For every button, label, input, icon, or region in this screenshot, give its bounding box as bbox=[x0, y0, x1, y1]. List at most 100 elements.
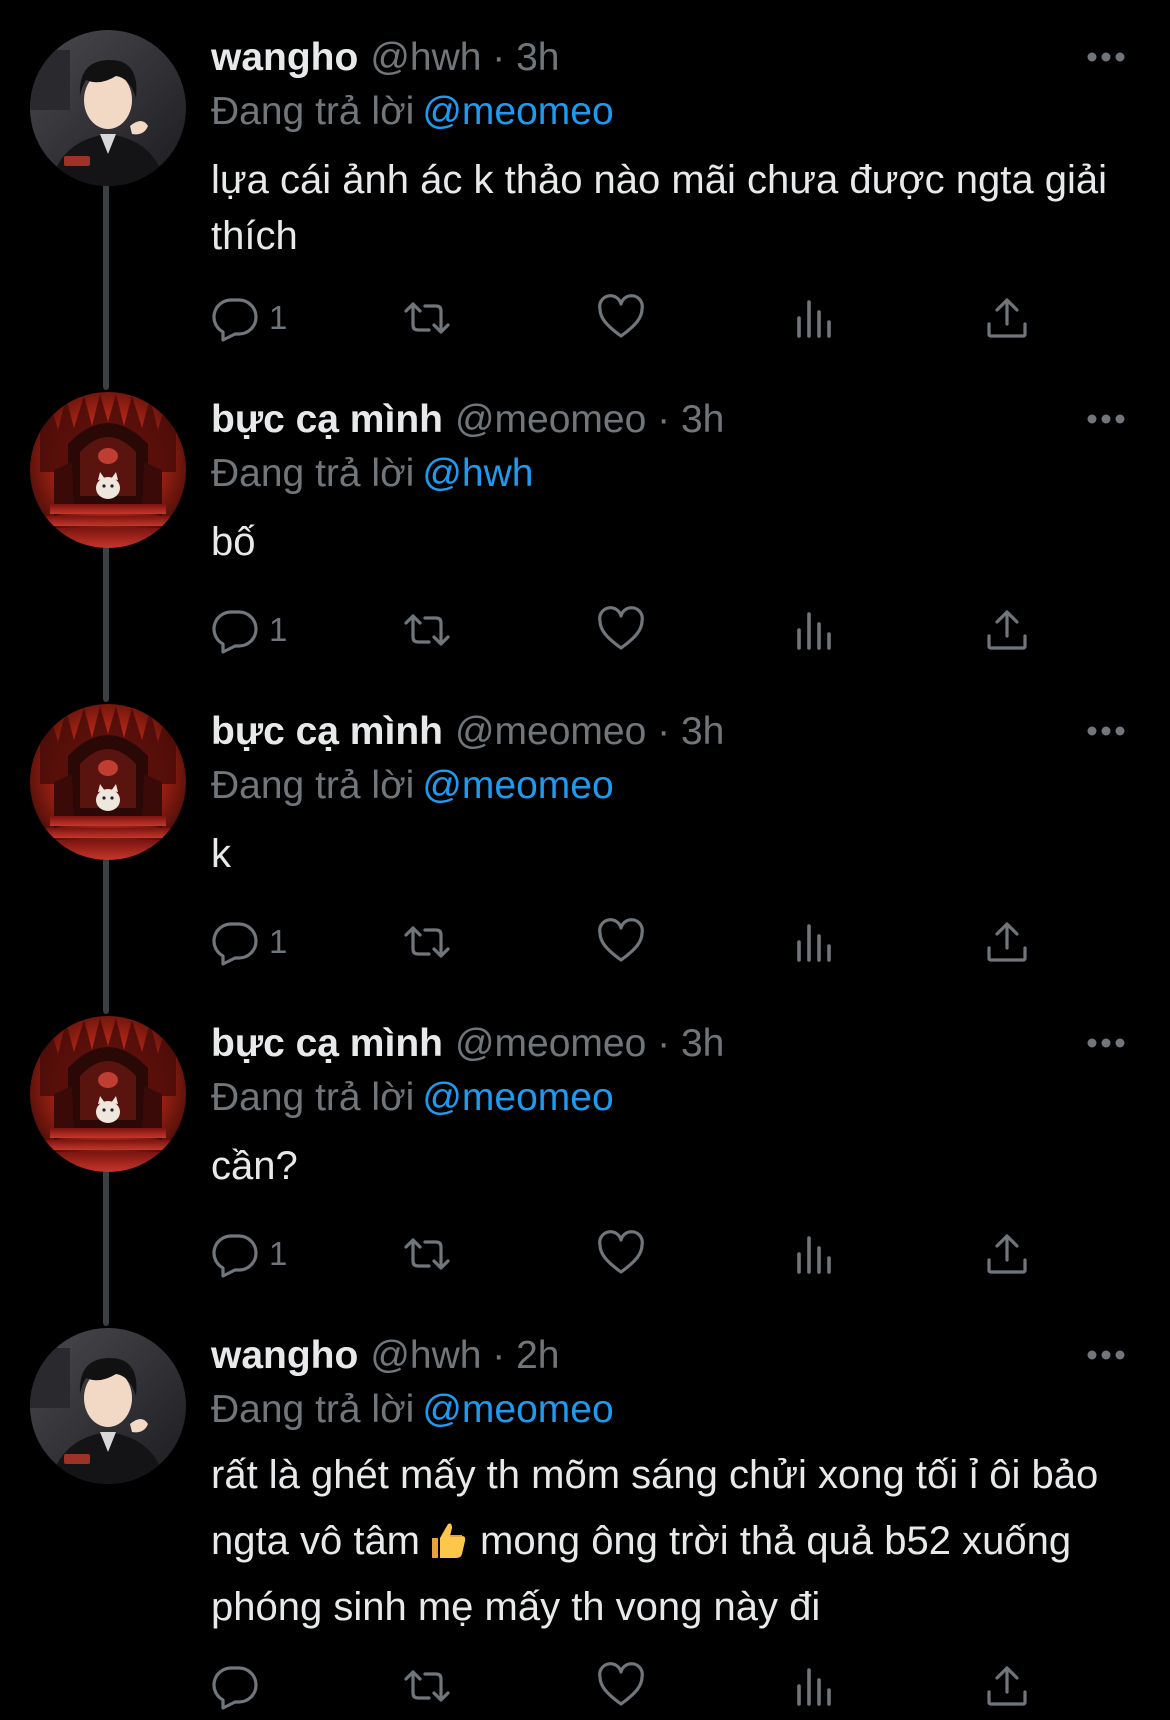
reply-button[interactable]: 1 bbox=[211, 604, 287, 656]
share-upload-icon bbox=[983, 918, 1031, 966]
more-dots-icon[interactable] bbox=[1086, 50, 1126, 62]
retweet-arrows-icon bbox=[403, 1230, 451, 1278]
like-button[interactable] bbox=[597, 1228, 645, 1280]
reply-count: 1 bbox=[269, 611, 288, 648]
more-dots-icon[interactable] bbox=[1086, 1348, 1126, 1360]
mention-link[interactable]: @meomeo bbox=[422, 1076, 613, 1119]
tweet-content: wangho @hwh · 3h Đang trả lời @meomeo lựa … bbox=[211, 30, 1111, 264]
mention-link[interactable]: @meomeo bbox=[422, 764, 613, 807]
share-button[interactable] bbox=[983, 916, 1031, 968]
tweet-content: bực cạ mình @meomeo · 3h Đang trả lời @meo… bbox=[211, 704, 1111, 882]
throne-avatar[interactable] bbox=[30, 704, 186, 860]
more-dots-icon[interactable] bbox=[1086, 1036, 1126, 1048]
like-button[interactable] bbox=[597, 292, 645, 344]
display-name[interactable]: wangho bbox=[211, 1334, 358, 1377]
reply-button[interactable]: 1 bbox=[211, 1228, 287, 1280]
handle-and-time: @meomeo · 3h bbox=[454, 710, 725, 753]
reply-button[interactable] bbox=[211, 1660, 269, 1712]
tweet-text: cần? bbox=[211, 1144, 298, 1188]
more-dots-icon[interactable] bbox=[1086, 412, 1126, 424]
share-upload-icon bbox=[983, 606, 1031, 654]
reply-button[interactable]: 1 bbox=[211, 292, 287, 344]
tweet-actions: 1 bbox=[211, 604, 1041, 656]
reply-count: 1 bbox=[269, 299, 288, 336]
handle-and-time: @meomeo · 3h bbox=[454, 1022, 725, 1065]
thumbs-up-emoji bbox=[432, 1523, 466, 1558]
views-button[interactable] bbox=[791, 604, 839, 656]
display-name[interactable]: bực cạ mình bbox=[211, 398, 443, 441]
handle-and-time: @hwh · 2h bbox=[370, 1334, 560, 1377]
share-button[interactable] bbox=[983, 292, 1031, 344]
replying-to: Đang trả lời @meomeo bbox=[211, 86, 1111, 138]
replying-label: Đang trả lời bbox=[211, 764, 415, 807]
retweet-button[interactable] bbox=[403, 1660, 451, 1712]
reply-button[interactable]: 1 bbox=[211, 916, 287, 968]
views-button[interactable] bbox=[791, 1660, 839, 1712]
tweet-header: bực cạ mình @meomeo · 3h bbox=[211, 392, 1111, 448]
like-button[interactable] bbox=[597, 1660, 645, 1712]
tweet-actions bbox=[211, 1660, 1041, 1712]
wangho-avatar[interactable] bbox=[30, 1328, 186, 1484]
like-button[interactable] bbox=[597, 916, 645, 968]
thread-connector bbox=[103, 858, 109, 1014]
share-button[interactable] bbox=[983, 1660, 1031, 1712]
replying-label: Đang trả lời bbox=[211, 90, 415, 133]
heart-icon bbox=[597, 1230, 645, 1278]
retweet-button[interactable] bbox=[403, 1228, 451, 1280]
replying-to: Đang trả lời @meomeo bbox=[211, 1384, 1111, 1436]
bar-chart-icon bbox=[791, 1662, 839, 1710]
thread-connector bbox=[103, 180, 109, 390]
tweet-text: lựa cái ảnh ác k thảo nào mãi chưa được … bbox=[211, 158, 1107, 258]
display-name[interactable]: bực cạ mình bbox=[211, 1022, 443, 1065]
tweet-content: wangho @hwh · 2h Đang trả lời @meomeo rất … bbox=[211, 1328, 1111, 1640]
replying-label: Đang trả lời bbox=[211, 1388, 415, 1431]
speech-bubble-icon bbox=[211, 606, 259, 654]
bar-chart-icon bbox=[791, 294, 839, 342]
views-button[interactable] bbox=[791, 916, 839, 968]
replying-to: Đang trả lời @hwh bbox=[211, 448, 1111, 500]
heart-icon bbox=[597, 1662, 645, 1710]
views-button[interactable] bbox=[791, 1228, 839, 1280]
share-upload-icon bbox=[983, 1662, 1031, 1710]
tweet-content: bực cạ mình @meomeo · 3h Đang trả lời @hwh… bbox=[211, 392, 1111, 570]
replying-label: Đang trả lời bbox=[211, 452, 415, 495]
mention-link[interactable]: @meomeo bbox=[422, 1388, 613, 1431]
share-upload-icon bbox=[983, 294, 1031, 342]
replying-label: Đang trả lời bbox=[211, 1076, 415, 1119]
reply-count: 1 bbox=[269, 1235, 288, 1272]
retweet-arrows-icon bbox=[403, 606, 451, 654]
reply-count: 1 bbox=[269, 923, 288, 960]
speech-bubble-icon bbox=[211, 1230, 259, 1278]
mention-link[interactable]: @meomeo bbox=[422, 90, 613, 133]
throne-avatar[interactable] bbox=[30, 392, 186, 548]
mention-link[interactable]: @hwh bbox=[422, 452, 533, 495]
throne-avatar[interactable] bbox=[30, 1016, 186, 1172]
conversation-thread: wangho @hwh · 3h Đang trả lời @meomeo lựa … bbox=[0, 0, 1170, 1720]
bar-chart-icon bbox=[791, 1230, 839, 1278]
tweet-text: rất là ghét mấy th mõm sáng chửi xong tố… bbox=[211, 1442, 1121, 1640]
like-button[interactable] bbox=[597, 604, 645, 656]
thread-connector bbox=[103, 546, 109, 702]
speech-bubble-icon bbox=[211, 918, 259, 966]
share-button[interactable] bbox=[983, 1228, 1031, 1280]
bar-chart-icon bbox=[791, 918, 839, 966]
share-button[interactable] bbox=[983, 604, 1031, 656]
wangho-avatar[interactable] bbox=[30, 30, 186, 186]
views-button[interactable] bbox=[791, 292, 839, 344]
tweet-header: wangho @hwh · 2h bbox=[211, 1328, 1111, 1384]
handle-and-time: @hwh · 3h bbox=[370, 36, 560, 79]
heart-icon bbox=[597, 918, 645, 966]
tweet-actions: 1 bbox=[211, 1228, 1041, 1280]
replying-to: Đang trả lời @meomeo bbox=[211, 760, 1111, 812]
bar-chart-icon bbox=[791, 606, 839, 654]
more-dots-icon[interactable] bbox=[1086, 724, 1126, 736]
retweet-button[interactable] bbox=[403, 916, 451, 968]
tweet-content: bực cạ mình @meomeo · 3h Đang trả lời @meo… bbox=[211, 1016, 1111, 1194]
retweet-button[interactable] bbox=[403, 292, 451, 344]
retweet-button[interactable] bbox=[403, 604, 451, 656]
retweet-arrows-icon bbox=[403, 294, 451, 342]
display-name[interactable]: wangho bbox=[211, 36, 358, 79]
retweet-arrows-icon bbox=[403, 1662, 451, 1710]
display-name[interactable]: bực cạ mình bbox=[211, 710, 443, 753]
thread-connector bbox=[103, 1170, 109, 1326]
